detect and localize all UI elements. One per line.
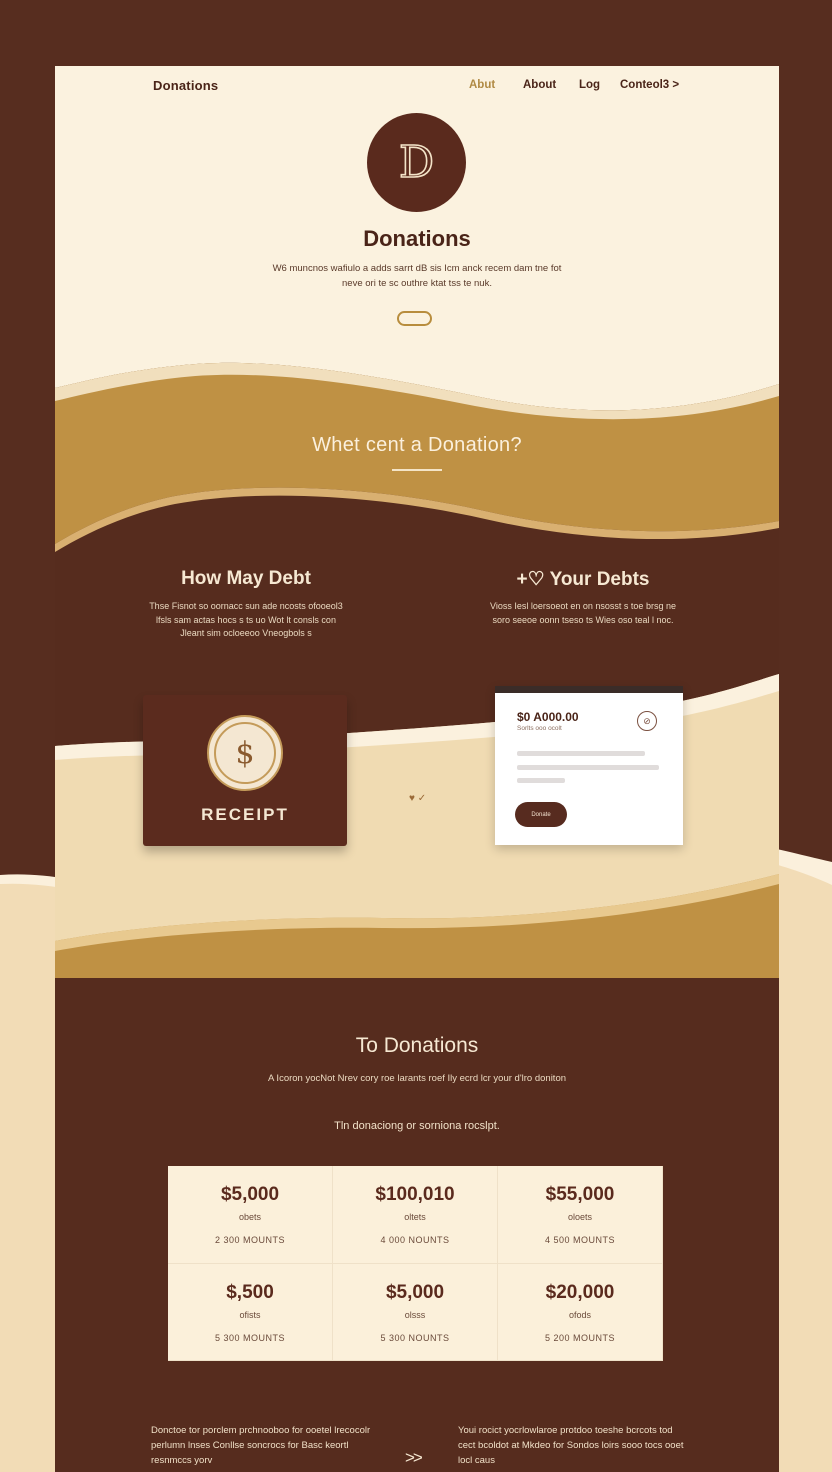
left-column-text: Thse Fisnot so oornacc sun ade ncosts of… <box>149 601 343 638</box>
section-divider <box>392 469 442 471</box>
amount-cell[interactable]: $55,000 oloets 4 500 MOUNTS <box>498 1166 663 1264</box>
donation-amounts-table: $5,000 obets 2 300 MOUNTS $100,010 oltet… <box>168 1166 663 1361</box>
amount-label: ofists <box>239 1309 261 1320</box>
amount-value: $100,010 <box>375 1184 455 1205</box>
footer-left-text: Donctoe tor porclem prchnooboo for ooete… <box>151 1425 371 1466</box>
next-arrow-icon[interactable]: >> <box>405 1448 423 1468</box>
amount-cell[interactable]: $20,000 ofods 5 200 MOUNTS <box>498 1263 663 1361</box>
heart-check-icon: ♥ ✓ <box>409 793 427 804</box>
placeholder-line <box>517 751 645 756</box>
section-to-donations-title: To Donations <box>355 1034 479 1057</box>
nav-link-log[interactable]: Log <box>579 79 600 91</box>
nav-link-abut[interactable]: Abut <box>469 79 495 91</box>
right-column-text: Vioss Iesl loersoeot en on nsosst s toe … <box>490 601 676 625</box>
amount-count: 5 300 NOUNTS <box>380 1332 450 1343</box>
top-nav: Donations Abut About Log Conteol3 > <box>55 66 779 106</box>
dollar-sign: $ <box>214 722 276 784</box>
logo-letter: D <box>398 136 435 188</box>
section-to-donations-text: A Icoron yocNot Nrev cory roe larants ro… <box>267 1073 567 1084</box>
amount-count: 5 300 MOUNTS <box>214 1332 286 1343</box>
amount-label: obets <box>238 1212 262 1222</box>
amount-count: 4 500 MOUNTS <box>544 1235 616 1245</box>
card-amount: $0 A000.00 <box>517 710 579 724</box>
hero-cta-pill-button[interactable] <box>397 311 432 326</box>
hero-title: Donations <box>363 226 471 251</box>
footer-right-text: Youi rocict yocrlowlaroe protdoo toeshe … <box>458 1425 684 1466</box>
card-header-bar <box>495 686 683 693</box>
badge-icon: ⊘ <box>637 711 657 731</box>
dollar-coin-icon: $ <box>207 715 283 791</box>
amount-value: $20,000 <box>545 1281 615 1303</box>
receipt-card[interactable]: $ RECEIPT <box>143 695 347 846</box>
logo-badge: D <box>367 113 466 212</box>
card-subtitle: Sorlts ooo ocolt <box>517 725 562 732</box>
page-frame: Donations Abut About Log Conteol3 > D Do… <box>55 66 779 1472</box>
right-column-title: +♡ Your Debts <box>516 569 650 590</box>
amount-label: olsss <box>404 1309 426 1320</box>
amount-cell[interactable]: $5,000 obets 2 300 MOUNTS <box>168 1166 333 1264</box>
nav-link-contact[interactable]: Conteol3 > <box>620 79 679 91</box>
hero-description: W6 muncnos wafiulo a adds sarrt dB sis I… <box>272 263 562 289</box>
amount-count: 2 300 MOUNTS <box>214 1235 286 1245</box>
amount-count: 4 000 NOUNTS <box>380 1235 450 1245</box>
section-to-donations-subtitle: Tln donaciong or sorniona rocslpt. <box>334 1120 500 1132</box>
left-column-title: How May Debt <box>181 568 311 589</box>
amount-value: $5,000 <box>220 1184 280 1205</box>
donate-button[interactable]: Donate <box>515 802 567 827</box>
amount-cell[interactable]: $100,010 oltets 4 000 NOUNTS <box>333 1166 498 1264</box>
amount-label: oltets <box>404 1212 426 1222</box>
amount-label: oloets <box>567 1212 593 1222</box>
amount-cell[interactable]: $5,000 olsss 5 300 NOUNTS <box>333 1263 498 1361</box>
receipt-label: RECEIPT <box>201 805 289 824</box>
placeholder-line <box>517 765 659 770</box>
amount-cell[interactable]: $,500 ofists 5 300 MOUNTS <box>168 1263 333 1361</box>
section-what-is-donation-title: Whet cent a Donation? <box>312 434 522 456</box>
amount-count: 5 200 MOUNTS <box>544 1332 616 1343</box>
amount-value: $55,000 <box>545 1184 615 1205</box>
placeholder-line <box>517 778 565 783</box>
brand-logo-text[interactable]: Donations <box>153 78 218 93</box>
amount-label: ofods <box>568 1309 592 1320</box>
donation-preview-card: $0 A000.00 Sorlts ooo ocolt ⊘ Donate <box>495 686 683 845</box>
nav-link-about[interactable]: About <box>523 79 556 91</box>
amount-value: $5,000 <box>385 1281 445 1303</box>
amount-value: $,500 <box>226 1281 274 1303</box>
